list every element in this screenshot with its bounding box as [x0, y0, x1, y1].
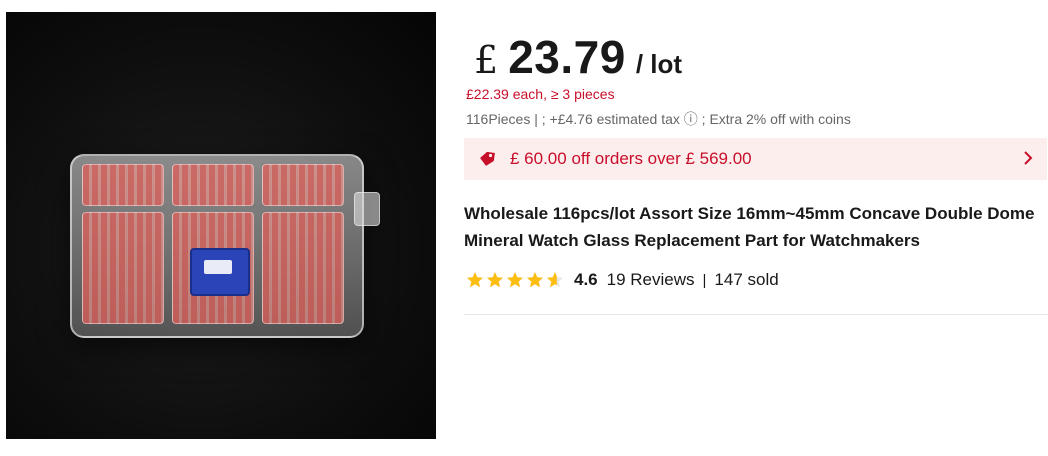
price-currency: £ — [474, 38, 499, 82]
watch-glass-box-photo — [70, 154, 380, 338]
star-icon — [487, 272, 503, 288]
pieces-tax-coins-info: 116Pieces | ; +£4.76 estimated tax ⓘ ; E… — [466, 111, 851, 127]
star-icon — [527, 272, 543, 288]
star-icon — [467, 272, 483, 288]
sold-count: 147 sold — [714, 270, 779, 289]
coupon-text: £ 60.00 off orders over £ 569.00 — [510, 149, 752, 168]
bulk-price: £22.39 each, ≥ 3 pieces — [466, 86, 615, 102]
star-icon — [547, 272, 563, 288]
coupon-banner[interactable]: £ 60.00 off orders over £ 569.00 — [464, 138, 1047, 180]
product-title: Wholesale 116pcs/lot Assort Size 16mm~45… — [464, 204, 1035, 250]
star-rating — [466, 271, 564, 289]
rating-value: 4.6 — [574, 270, 598, 289]
reviews-link[interactable]: 19 Reviews — [607, 270, 695, 290]
star-icon — [507, 272, 523, 288]
divider — [464, 314, 1048, 315]
chevron-right-icon[interactable] — [1023, 150, 1033, 171]
blue-clasp — [190, 248, 250, 296]
box-compartment — [262, 212, 344, 324]
price-amount: 23.79 — [508, 31, 626, 83]
box-compartment — [262, 164, 344, 206]
price-tag-icon — [478, 150, 496, 168]
price: £ 23.79 / lot — [474, 30, 682, 84]
separator: | — [702, 271, 707, 289]
box-compartment — [82, 164, 164, 206]
product-image[interactable] — [6, 12, 436, 439]
box-compartment — [82, 212, 164, 324]
box-hang-tab — [354, 192, 380, 226]
rating-row: 4.6 19 Reviews | 147 sold — [466, 270, 779, 290]
price-unit: / lot — [635, 49, 683, 79]
box-compartment — [172, 164, 254, 206]
